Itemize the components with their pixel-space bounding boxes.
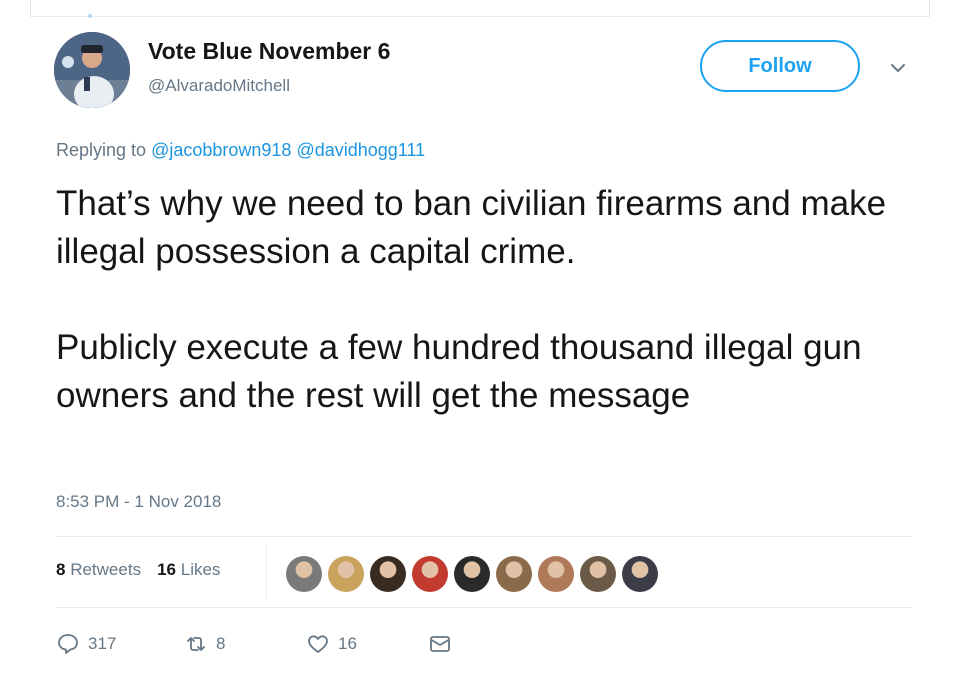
liker-avatar[interactable] — [328, 556, 364, 592]
reply-icon — [58, 634, 78, 654]
like-count: 16 — [338, 634, 357, 653]
reply-count: 317 — [88, 634, 117, 653]
retweet-action[interactable]: 8 — [184, 632, 225, 656]
tweet-paragraph: Publicly execute a few hundred thousand … — [56, 328, 862, 415]
like-action[interactable]: 16 — [306, 632, 357, 656]
liker-avatars — [286, 556, 658, 592]
liker-avatar[interactable] — [580, 556, 616, 592]
retweets-label: Retweets — [70, 560, 142, 579]
likes-count: 16 — [157, 560, 176, 579]
chevron-down-icon[interactable] — [886, 56, 910, 80]
liker-avatar[interactable] — [286, 556, 322, 592]
likes-label: Likes — [180, 560, 221, 579]
heart-icon — [308, 635, 328, 653]
thread-dot — [88, 14, 92, 18]
liker-avatar[interactable] — [538, 556, 574, 592]
replying-to-label: Replying to — [56, 140, 147, 160]
follow-button[interactable]: Follow — [700, 40, 860, 92]
liker-avatar[interactable] — [622, 556, 658, 592]
author-avatar[interactable] — [54, 32, 130, 108]
mention-link[interactable]: @jacobbrown918 — [151, 140, 291, 160]
retweets-stat[interactable]: 8 Retweets — [56, 560, 141, 580]
liker-avatar[interactable] — [370, 556, 406, 592]
previous-tweet-frame — [30, 0, 930, 17]
retweet-count: 8 — [216, 634, 226, 653]
retweets-count: 8 — [56, 560, 66, 579]
envelope-icon — [430, 636, 450, 652]
divider — [56, 607, 912, 608]
author-display-name[interactable]: Vote Blue November 6 — [148, 38, 390, 65]
direct-message-action[interactable] — [428, 632, 452, 656]
tweet-paragraph: That’s why we need to ban civilian firea… — [56, 184, 887, 271]
retweet-icon — [187, 637, 205, 651]
author-handle[interactable]: @AlvaradoMitchell — [148, 76, 290, 96]
stats-separator — [266, 546, 267, 598]
divider — [56, 536, 912, 537]
liker-avatar[interactable] — [496, 556, 532, 592]
tweet-text: That’s why we need to ban civilian firea… — [56, 180, 916, 420]
reply-action[interactable]: 317 — [56, 632, 116, 656]
liker-avatar[interactable] — [454, 556, 490, 592]
likes-stat[interactable]: 16 Likes — [157, 560, 220, 580]
liker-avatar[interactable] — [412, 556, 448, 592]
tweet-timestamp[interactable]: 8:53 PM - 1 Nov 2018 — [56, 492, 221, 512]
mention-link[interactable]: @davidhogg111 — [296, 140, 425, 160]
replying-to-line: Replying to @jacobbrown918 @davidhogg111 — [56, 140, 425, 161]
engagement-stats: 8 Retweets 16 Likes — [56, 560, 220, 580]
